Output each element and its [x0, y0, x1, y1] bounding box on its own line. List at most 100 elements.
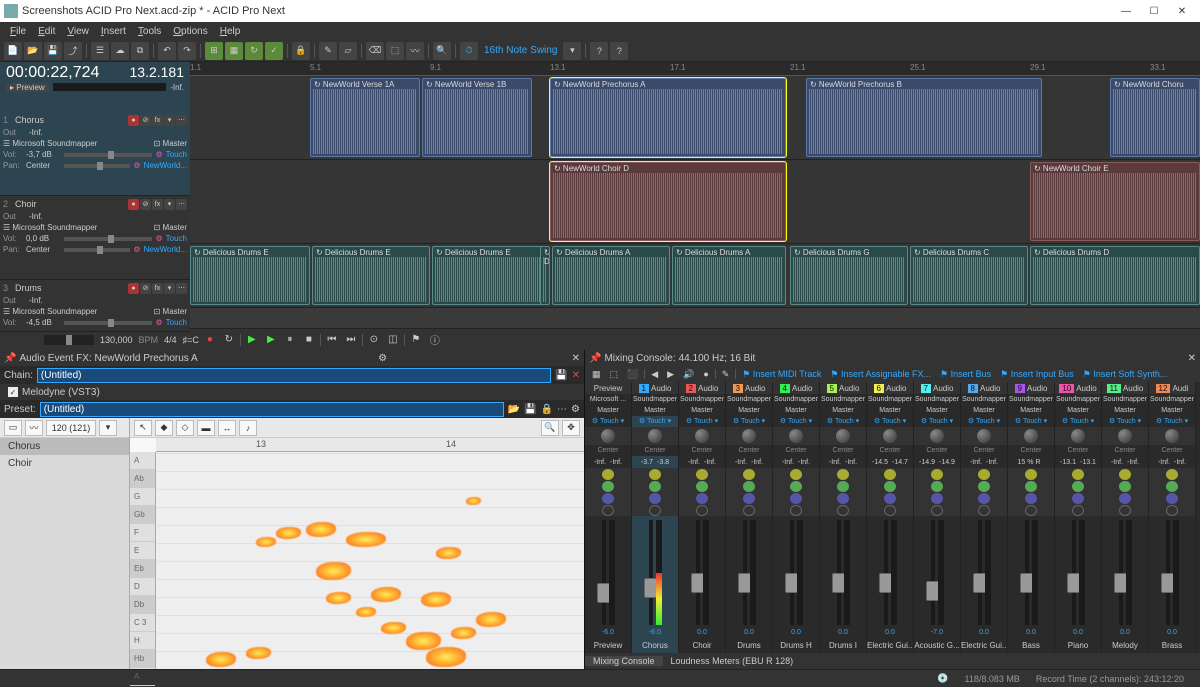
volume-slider[interactable] — [64, 237, 152, 241]
strip-fx-icon[interactable] — [978, 469, 990, 480]
mix-dim-icon[interactable]: ● — [700, 369, 711, 379]
tab-mixing-console[interactable]: Mixing Console — [585, 656, 663, 666]
solo-button[interactable]: fx — [152, 283, 163, 294]
audio-clip[interactable]: ↻ Delicious Drums C — [910, 246, 1028, 305]
mel-tool-amp[interactable]: ▬ — [197, 420, 215, 436]
loop-button[interactable]: ↻ — [221, 332, 237, 348]
play-button[interactable]: ▶ — [263, 332, 279, 348]
piano-key[interactable]: C 3 — [130, 614, 155, 632]
strip-auto-icon[interactable] — [884, 505, 896, 516]
strip-fader[interactable] — [884, 520, 888, 625]
melodyne-note-blob[interactable] — [451, 627, 476, 639]
strip-master[interactable]: Master — [1149, 405, 1195, 416]
strip-auto-icon[interactable] — [931, 505, 943, 516]
mel-dropdown-icon[interactable]: ▾ — [99, 420, 117, 436]
key-label[interactable]: ♯=C — [183, 335, 199, 345]
mixer-strip[interactable]: 12Audi Soundmapper Master ⚙ Touch ▾ Cent… — [1149, 382, 1196, 653]
arm-record-icon[interactable]: ● — [128, 283, 139, 294]
strip-pan[interactable] — [1008, 427, 1054, 445]
strip-io-icon[interactable] — [884, 493, 896, 504]
strip-fx-icon[interactable] — [1025, 469, 1037, 480]
fx-pin-icon[interactable]: 📌 — [4, 353, 16, 364]
audio-clip[interactable]: ↻ Delicious Drums E — [312, 246, 430, 305]
piano-key[interactable]: Ab — [130, 470, 155, 488]
audio-clip[interactable]: ↻ Delicious Drums G — [790, 246, 908, 305]
mixer-strip[interactable]: 7Audio Soundmapper Master ⚙ Touch ▾ Cent… — [914, 382, 961, 653]
strip-name[interactable]: Preview — [585, 639, 631, 653]
strip-send-icon[interactable] — [931, 481, 943, 492]
strip-io-icon[interactable] — [1025, 493, 1037, 504]
mute-button[interactable]: ⊘ — [140, 283, 151, 294]
strip-pan[interactable] — [820, 427, 866, 445]
swing-dropdown-icon[interactable]: ▾ — [563, 42, 581, 60]
strip-pan[interactable] — [1055, 427, 1101, 445]
strip-io-icon[interactable] — [1072, 493, 1084, 504]
go-to-end-button[interactable]: ⏭ — [343, 332, 359, 348]
track-header[interactable]: 3 Drums ● ⊘ fx ▾ ⋯ Out-Inf. ☰ Microsoft … — [0, 280, 190, 332]
strip-header[interactable]: 10Audio — [1055, 382, 1101, 394]
piano-key[interactable]: D — [130, 578, 155, 596]
melodyne-note-blob[interactable] — [316, 562, 351, 580]
preset-lock-icon[interactable]: 🔒 — [541, 404, 553, 415]
strip-soundmapper[interactable]: Microsoft ... — [585, 394, 631, 405]
pan-slider[interactable] — [64, 248, 130, 252]
zoom-tool-icon[interactable]: 🔍 — [433, 42, 451, 60]
strip-fx-icon[interactable] — [743, 469, 755, 480]
record-button[interactable]: ● — [202, 332, 218, 348]
fx-panel-menu[interactable]: ⚙ — [378, 353, 387, 364]
strip-touch[interactable]: ⚙ Touch ▾ — [632, 416, 678, 427]
strip-header[interactable]: 3Audio — [726, 382, 772, 394]
clip-label[interactable]: NewWorld... — [144, 161, 187, 170]
strip-auto-icon[interactable] — [1166, 505, 1178, 516]
strip-name[interactable]: Drums — [726, 639, 772, 653]
transport-scrubber[interactable] — [44, 335, 94, 345]
more-icon[interactable]: ⋯ — [176, 199, 187, 210]
melodyne-note-blob[interactable] — [206, 652, 236, 667]
melodyne-note-blob[interactable] — [436, 547, 461, 559]
snap-icon[interactable]: ⊞ — [205, 42, 223, 60]
melodyne-note-blob[interactable] — [326, 592, 351, 604]
strip-header[interactable]: 7Audio — [914, 382, 960, 394]
audio-clip[interactable]: ↻ NewWorld Choir E — [1030, 162, 1200, 241]
strip-io-icon[interactable] — [1166, 493, 1178, 504]
melodyne-track-item[interactable]: Chorus — [0, 438, 129, 455]
strip-fader[interactable] — [696, 520, 700, 625]
timeline-ruler[interactable]: 1.15.19.113.117.121.125.129.133.1 — [190, 62, 1200, 76]
strip-fader[interactable] — [931, 520, 935, 625]
melodyne-ruler[interactable]: 13 14 — [156, 438, 584, 452]
automation-write-icon[interactable]: ⚙ — [133, 245, 140, 254]
strip-soundmapper[interactable]: Soundmapper — [914, 394, 960, 405]
strip-pan[interactable] — [726, 427, 772, 445]
strip-touch[interactable]: ⚙ Touch ▾ — [1008, 416, 1054, 427]
mix-auto-icon[interactable]: ✎ — [719, 369, 733, 380]
strip-header[interactable]: 9Audio — [1008, 382, 1054, 394]
melodyne-note-blob[interactable] — [381, 622, 406, 634]
strip-name[interactable]: Brass — [1149, 639, 1195, 653]
strip-soundmapper[interactable]: Soundmapper — [679, 394, 725, 405]
mix-next-icon[interactable]: ▶ — [664, 369, 677, 380]
mixer-strip[interactable]: 1Audio Soundmapper Master ⚙ Touch ▾ Cent… — [632, 382, 679, 653]
strip-soundmapper[interactable]: Soundmapper — [867, 394, 913, 405]
strip-fader[interactable] — [790, 520, 794, 625]
strip-name[interactable]: Melody — [1102, 639, 1148, 653]
audio-clip[interactable]: ↻ Deli — [540, 246, 550, 305]
help-icon[interactable]: ? — [590, 42, 608, 60]
preset-more-icon[interactable]: ⋯ — [557, 404, 567, 415]
strip-soundmapper[interactable]: Soundmapper — [820, 394, 866, 405]
strip-fx-icon[interactable] — [1072, 469, 1084, 480]
strip-soundmapper[interactable]: Soundmapper — [1149, 394, 1195, 405]
device-label[interactable]: ☰ Microsoft Soundmapper — [3, 223, 97, 232]
strip-name[interactable]: Choir — [679, 639, 725, 653]
device-label[interactable]: ☰ Microsoft Soundmapper — [3, 307, 97, 316]
melodyne-track-item[interactable]: Choir — [0, 455, 129, 472]
strip-name[interactable]: Electric Gui... — [867, 639, 913, 653]
audio-clip[interactable]: ↻ NewWorld Choir D — [550, 162, 786, 241]
strip-master[interactable]: Master — [679, 405, 725, 416]
strip-send-icon[interactable] — [1166, 481, 1178, 492]
strip-io-icon[interactable] — [837, 493, 849, 504]
piano-key[interactable]: Eb — [130, 560, 155, 578]
audio-clip[interactable]: ↻ NewWorld Verse 1B — [422, 78, 532, 157]
strip-master[interactable]: Master — [867, 405, 913, 416]
volume-slider[interactable] — [64, 321, 152, 325]
mix-wide-icon[interactable]: ⬛ — [624, 369, 641, 380]
